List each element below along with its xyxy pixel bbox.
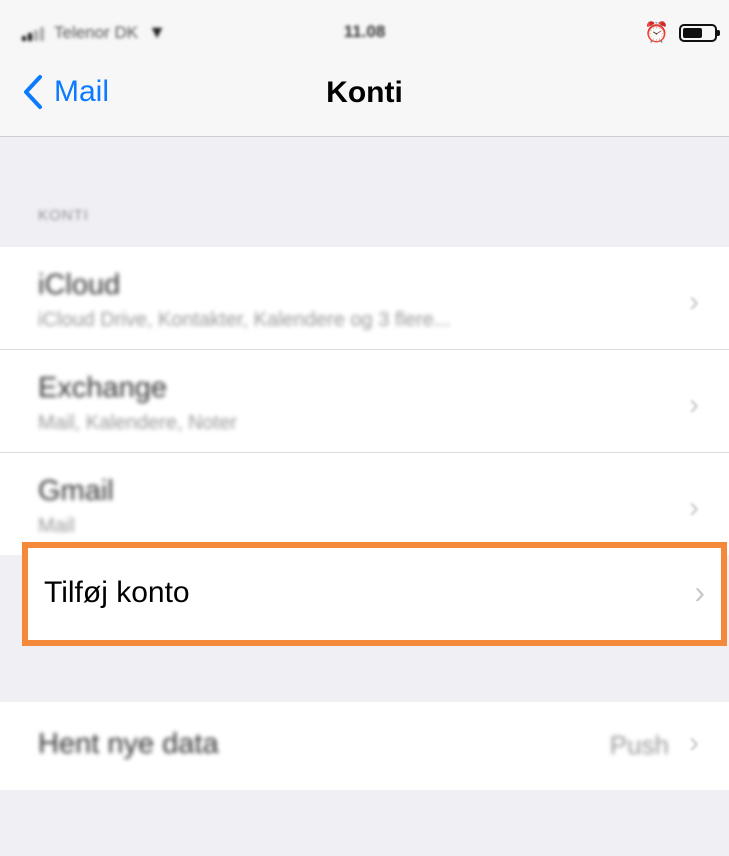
section-header-accounts: KONTI [38, 207, 89, 224]
account-title: iCloud [38, 269, 121, 301]
account-subtitle: Mail [38, 515, 75, 537]
account-subtitle: iCloud Drive, Kontakter, Kalendere og 3 … [38, 309, 451, 331]
fetch-label: Hent nye data [38, 728, 219, 760]
status-right: ⏰ [644, 20, 720, 45]
account-title: Exchange [38, 372, 167, 404]
account-row-icloud[interactable]: iCloud iCloud Drive, Kontakter, Kalender… [0, 247, 729, 350]
account-subtitle: Mail, Kalendere, Noter [38, 412, 237, 434]
page-title: Konti [326, 76, 403, 109]
status-bar: Telenor DK ▼ 11.08 ⏰ [0, 0, 729, 62]
alarm-icon: ⏰ [644, 22, 669, 44]
chevron-right-icon: › [689, 491, 699, 524]
status-time: 11.08 [343, 22, 386, 41]
account-row-exchange[interactable]: Exchange Mail, Kalendere, Noter › [0, 350, 729, 453]
fetch-new-data-row[interactable]: Hent nye data Push › [0, 702, 729, 790]
add-account-label: Tilføj konto [44, 576, 190, 609]
chevron-right-icon: › [689, 285, 699, 318]
account-title: Gmail [38, 475, 114, 507]
account-row-gmail[interactable]: Gmail Mail › [0, 453, 729, 555]
chevron-right-icon: › [694, 574, 705, 610]
navigation-bar: Mail Konti [0, 62, 729, 137]
fetch-value: Push [609, 730, 669, 760]
add-account-button[interactable]: Tilføj konto › [22, 542, 727, 646]
chevron-right-icon: › [689, 726, 699, 759]
battery-icon [679, 23, 720, 42]
chevron-right-icon: › [689, 388, 699, 421]
accounts-list: iCloud iCloud Drive, Kontakter, Kalender… [0, 247, 729, 555]
